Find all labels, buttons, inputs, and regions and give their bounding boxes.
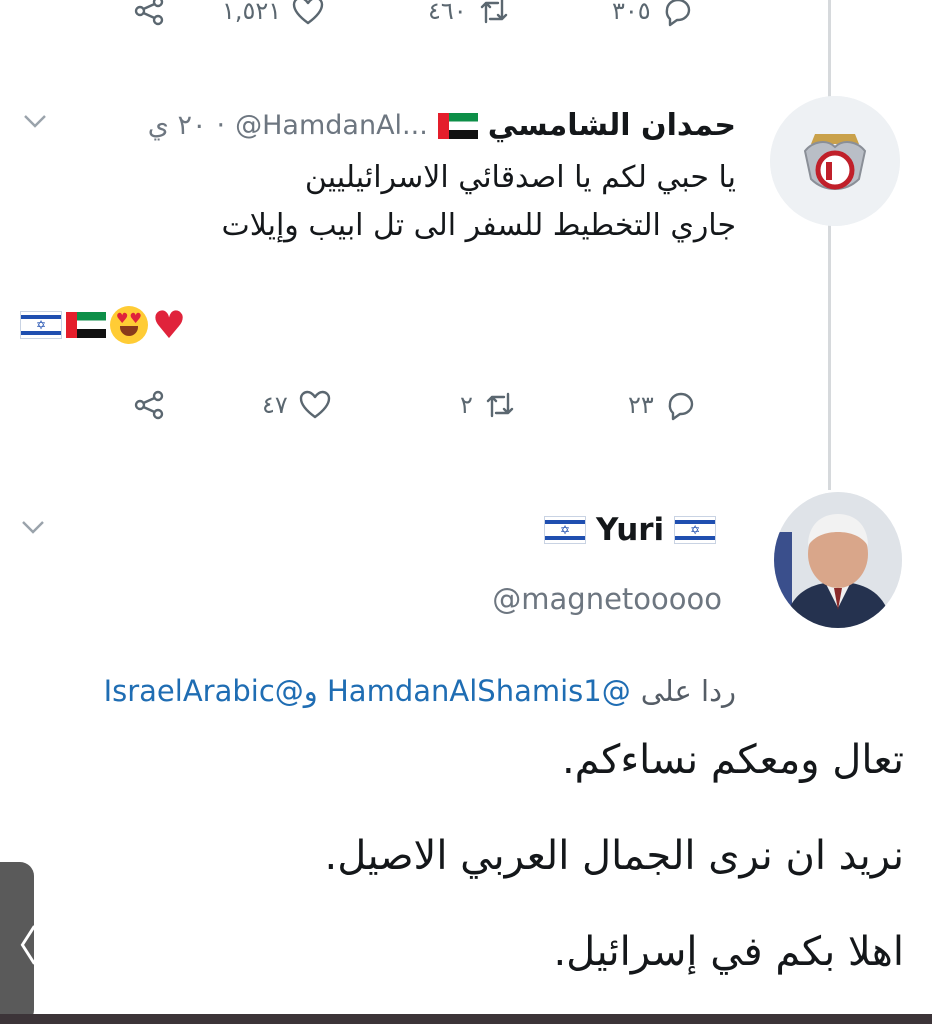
top-share-button[interactable] [132, 0, 166, 28]
author-handle[interactable]: @magnetooooo [492, 582, 722, 616]
uae-flag-icon [437, 112, 478, 139]
comment-icon [665, 0, 690, 27]
retweet-icon [480, 0, 507, 24]
tweet-time: ٢٠ ي [147, 110, 207, 141]
reply-prefix: ردا على [640, 674, 736, 708]
heart-icon [299, 390, 330, 419]
comment-count: ٢٣ [628, 391, 654, 419]
tweet2-line: نريد ان نرى الجمال العربي الاصيل. [324, 833, 904, 879]
retweet-button[interactable]: ٢ [460, 388, 517, 422]
chevron-down-icon[interactable] [20, 518, 46, 536]
separator-dot: · [216, 110, 226, 141]
emblem-icon [770, 96, 900, 226]
tweet1-text: يا حبي لكم يا اصدقائي الاسرائيليين جاري … [176, 154, 736, 250]
share-icon [134, 390, 164, 420]
author-handle[interactable]: @HamdanAl... [235, 110, 428, 141]
side-panel-tab[interactable]: 〈 [0, 862, 38, 1024]
tweet1-line: جاري التخطيط للسفر الى تل ابيب وإيلات [221, 208, 736, 243]
heart-eyes-face-icon [110, 306, 148, 344]
tweet2-line: تعال ومعكم نساءكم. [561, 737, 904, 783]
tweet2-text: تعال ومعكم نساءكم. نريد ان نرى الجمال ال… [44, 736, 904, 1008]
tweet1-header: حمدان الشامسي @HamdanAl... · ٢٠ ي [148, 108, 736, 143]
tweet2-line: اهلا بكم في إسرائيل. [553, 929, 904, 975]
top-comment-count: ٣٠٥ [612, 0, 651, 25]
author-name[interactable]: حمدان الشامسي [488, 108, 736, 143]
like-count: ٤٧ [262, 391, 288, 419]
share-button[interactable] [132, 388, 166, 422]
chevron-left-icon: 〈 [0, 921, 39, 971]
top-action-bar: ١,٥٢١ ٤٦٠ ٣٠٥ [0, 0, 932, 40]
retweet-count: ٢ [460, 391, 473, 419]
top-like-button[interactable]: ١,٥٢١ [222, 0, 325, 28]
comment-button[interactable]: ٢٣ [628, 388, 698, 422]
top-comment-button[interactable]: ٣٠٥ [612, 0, 695, 28]
red-heart-icon: ♥ [152, 303, 187, 347]
like-button[interactable]: ٤٧ [262, 388, 332, 422]
reply-to: ردا على @HamdanAlShamis1 و@IsraelArabic [104, 674, 736, 708]
top-retweet-button[interactable]: ٤٦٠ [428, 0, 511, 28]
heart-icon [293, 0, 324, 25]
tweet1-line: يا حبي لكم يا اصدقائي الاسرائيليين [304, 160, 736, 195]
retweet-icon [486, 392, 514, 418]
tweet1-action-bar: ٤٧ ٢ ٢٣ [0, 388, 932, 428]
portrait-icon [774, 492, 902, 628]
share-icon [134, 0, 164, 26]
avatar-yuri[interactable] [774, 492, 902, 628]
uae-flag-icon [66, 312, 106, 338]
bottom-bar [0, 1014, 932, 1024]
tweet2-header: ✡ Yuri ✡ [544, 512, 717, 548]
avatar-hamdan[interactable] [770, 96, 900, 226]
reply-mentions[interactable]: @HamdanAlShamis1 و@IsraelArabic [104, 674, 631, 708]
israel-flag-icon: ✡ [20, 311, 62, 339]
chevron-down-icon[interactable] [22, 112, 48, 130]
tweet1-emoji-row: ✡ ♥ [20, 306, 186, 344]
top-retweet-count: ٤٦٠ [428, 0, 467, 25]
author-name[interactable]: Yuri [596, 512, 664, 548]
top-like-count: ١,٥٢١ [222, 0, 282, 25]
comment-icon [668, 392, 693, 421]
israel-flag-icon: ✡ [544, 516, 586, 544]
israel-flag-icon: ✡ [674, 516, 717, 544]
